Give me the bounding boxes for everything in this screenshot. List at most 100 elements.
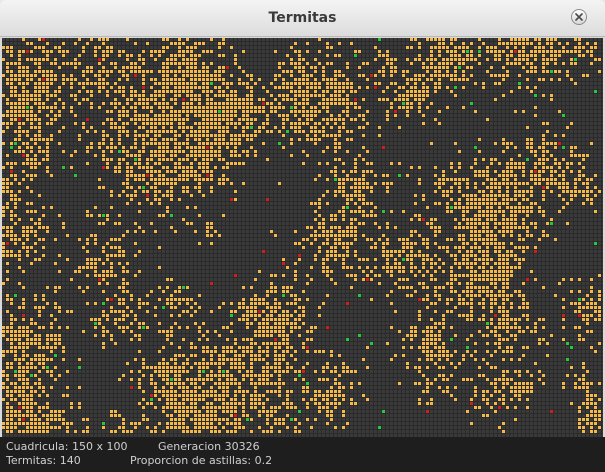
wood-chip	[210, 174, 213, 177]
wood-chip	[102, 130, 105, 133]
wood-chip	[434, 166, 437, 169]
simulation-grid[interactable]	[2, 38, 603, 437]
wood-chip	[462, 246, 465, 249]
wood-chip	[158, 390, 161, 393]
wood-chip	[338, 394, 341, 397]
wood-chip	[154, 154, 157, 157]
wood-chip	[542, 382, 545, 385]
wood-chip	[506, 346, 509, 349]
close-button[interactable]	[571, 9, 587, 25]
wood-chip	[18, 282, 21, 285]
wood-chip	[222, 350, 225, 353]
wood-chip	[282, 358, 285, 361]
wood-chip	[218, 150, 221, 153]
wood-chip	[326, 250, 329, 253]
termite	[474, 146, 477, 149]
wood-chip	[494, 242, 497, 245]
wood-chip	[226, 178, 229, 181]
wood-chip	[346, 230, 349, 233]
wood-chip	[10, 390, 13, 393]
wood-chip	[186, 62, 189, 65]
wood-chip	[490, 214, 493, 217]
wood-chip	[482, 86, 485, 89]
wood-chip	[258, 270, 261, 273]
wood-chip	[230, 106, 233, 109]
wood-chip	[502, 266, 505, 269]
wood-chip	[526, 86, 529, 89]
wood-chip	[330, 402, 333, 405]
wood-chip	[206, 162, 209, 165]
wood-chip	[170, 302, 173, 305]
wood-chip	[74, 78, 77, 81]
wood-chip	[426, 38, 429, 41]
wood-chip	[426, 58, 429, 61]
wood-chip	[230, 94, 233, 97]
wood-chip	[426, 338, 429, 341]
wood-chip	[422, 266, 425, 269]
wood-chip	[306, 98, 309, 101]
wood-chip	[238, 390, 241, 393]
wood-chip	[518, 38, 521, 41]
wood-chip	[506, 170, 509, 173]
wood-chip	[222, 82, 225, 85]
wood-chip	[586, 314, 589, 317]
wood-chip	[530, 170, 533, 173]
wood-chip	[22, 358, 25, 361]
wood-chip	[150, 202, 153, 205]
wood-chip	[174, 154, 177, 157]
wood-chip	[282, 94, 285, 97]
wood-chip	[182, 70, 185, 73]
wood-chip	[30, 146, 33, 149]
wood-chip	[270, 430, 273, 433]
wood-chip	[2, 398, 5, 401]
wood-chip	[222, 106, 225, 109]
wood-chip	[166, 182, 169, 185]
wood-chip	[430, 66, 433, 69]
wood-chip	[166, 158, 169, 161]
wood-chip	[574, 194, 577, 197]
wood-chip	[42, 294, 45, 297]
wood-chip	[2, 242, 5, 245]
wood-chip	[14, 138, 17, 141]
wood-chip	[194, 186, 197, 189]
wood-chip	[10, 398, 13, 401]
wood-chip	[306, 94, 309, 97]
wood-chip	[98, 74, 101, 77]
wood-chip	[482, 266, 485, 269]
wood-chip	[502, 430, 505, 433]
wood-chip	[86, 238, 89, 241]
wood-chip	[222, 110, 225, 113]
wood-chip	[98, 322, 101, 325]
wood-chip	[526, 214, 529, 217]
wood-chip	[126, 102, 129, 105]
wood-chip	[450, 286, 453, 289]
wood-chip	[178, 50, 181, 53]
wood-chip	[582, 362, 585, 365]
wood-chip	[182, 126, 185, 129]
wood-chip	[394, 282, 397, 285]
wood-chip	[270, 334, 273, 337]
wood-chip	[434, 362, 437, 365]
wood-chip	[478, 206, 481, 209]
wood-chip	[106, 158, 109, 161]
wood-chip	[178, 426, 181, 429]
wood-chip	[578, 38, 581, 41]
wood-chip	[66, 50, 69, 53]
wood-chip	[390, 270, 393, 273]
wood-chip	[82, 330, 85, 333]
wood-chip	[326, 402, 329, 405]
wood-chip	[266, 314, 269, 317]
wood-chip	[306, 74, 309, 77]
wood-chip	[362, 74, 365, 77]
wood-chip	[478, 202, 481, 205]
title-bar[interactable]: Termitas	[0, 0, 605, 37]
wood-chip	[582, 314, 585, 317]
wood-chip	[266, 346, 269, 349]
wood-chip	[386, 258, 389, 261]
wood-chip	[182, 142, 185, 145]
wood-chip	[2, 350, 5, 353]
wood-chip	[242, 106, 245, 109]
wood-chip	[434, 66, 437, 69]
wood-chip	[186, 386, 189, 389]
wood-chip	[174, 146, 177, 149]
